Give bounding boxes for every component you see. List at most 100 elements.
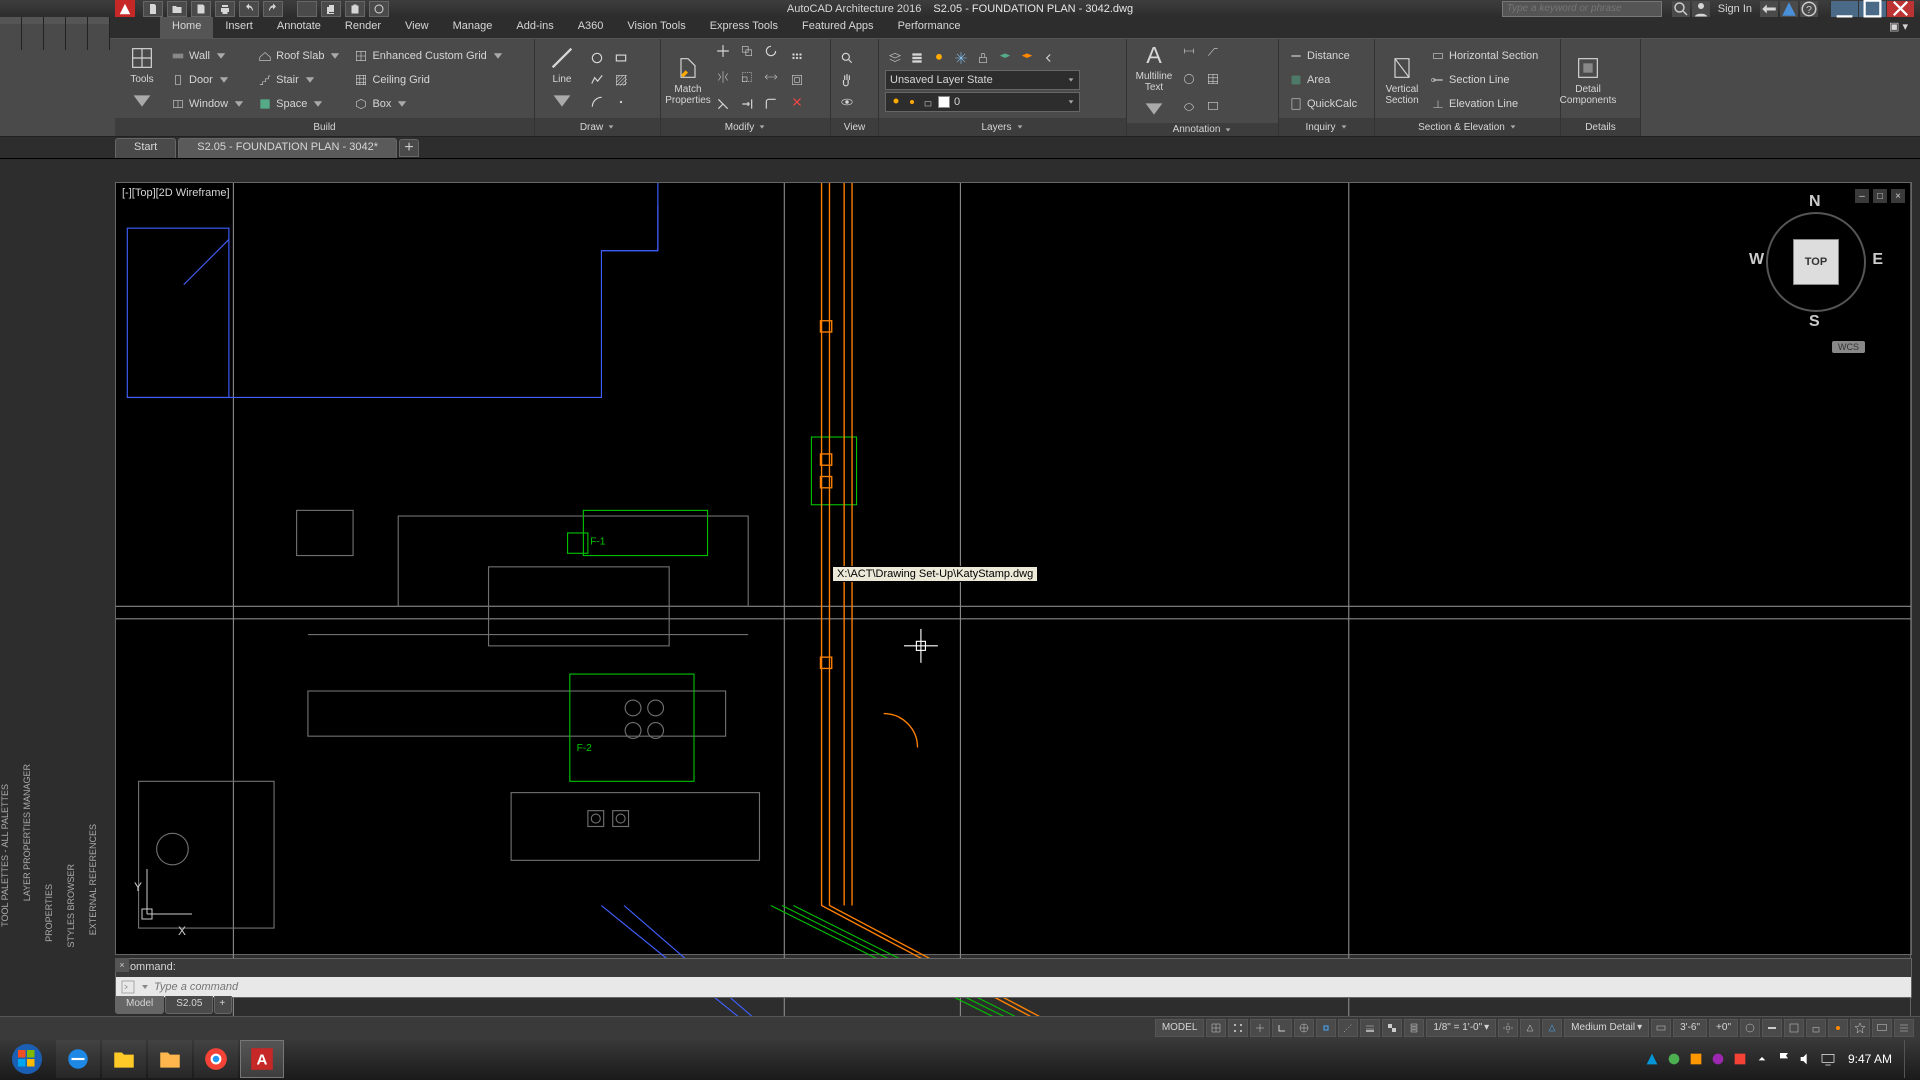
area-button[interactable]: Area bbox=[1285, 69, 1361, 91]
viewcube-face[interactable]: TOP bbox=[1793, 239, 1839, 285]
taskbar-explorer[interactable] bbox=[102, 1040, 146, 1078]
point-icon[interactable] bbox=[611, 92, 631, 112]
tray-icon[interactable] bbox=[1710, 1051, 1726, 1067]
move-icon[interactable] bbox=[713, 41, 733, 61]
layer-match-icon[interactable] bbox=[995, 48, 1015, 68]
vertical-section-button[interactable]: Vertical Section bbox=[1381, 41, 1423, 118]
trim-icon[interactable] bbox=[713, 94, 733, 114]
vp-close-icon[interactable]: × bbox=[1891, 189, 1905, 203]
horizontal-section-button[interactable]: Horizontal Section bbox=[1427, 45, 1542, 67]
layer-off-icon[interactable] bbox=[929, 48, 949, 68]
exchange-icon[interactable] bbox=[1760, 1, 1778, 17]
tray-icon[interactable] bbox=[1666, 1051, 1682, 1067]
cut-plane-icon[interactable] bbox=[1651, 1019, 1671, 1037]
grid-icon[interactable] bbox=[1206, 1019, 1226, 1037]
search-input[interactable] bbox=[1502, 1, 1662, 17]
open-icon[interactable] bbox=[167, 1, 187, 17]
palette-label-styles[interactable]: STYLES BROWSER bbox=[66, 860, 88, 952]
copy-icon[interactable] bbox=[737, 41, 757, 61]
lock-ui-icon[interactable] bbox=[1806, 1019, 1826, 1037]
app-menu-icon[interactable] bbox=[115, 0, 135, 17]
detail-components-button[interactable]: Detail Components bbox=[1567, 41, 1609, 118]
tab-addins[interactable]: Add-ins bbox=[504, 17, 565, 38]
dimension-icon[interactable] bbox=[1179, 41, 1199, 61]
add-tab-button[interactable]: + bbox=[399, 139, 419, 157]
layer-props-icon[interactable] bbox=[885, 48, 905, 68]
tab-insert[interactable]: Insert bbox=[213, 17, 265, 38]
units-icon[interactable] bbox=[1762, 1019, 1782, 1037]
flag-icon[interactable] bbox=[1776, 1051, 1792, 1067]
space-button[interactable]: Space bbox=[254, 93, 346, 115]
tab-a360[interactable]: A360 bbox=[566, 17, 616, 38]
polyline-icon[interactable] bbox=[587, 70, 607, 90]
customize-icon[interactable] bbox=[1894, 1019, 1914, 1037]
extend-icon[interactable] bbox=[737, 94, 757, 114]
rotate-icon[interactable] bbox=[761, 41, 781, 61]
wall-button[interactable]: Wall bbox=[167, 45, 250, 67]
layer-iso-icon[interactable] bbox=[1017, 48, 1037, 68]
copy-icon[interactable] bbox=[321, 1, 341, 17]
box-button[interactable]: Box bbox=[350, 93, 508, 115]
tab-start[interactable]: Start bbox=[115, 138, 176, 158]
clean-screen-icon[interactable] bbox=[1872, 1019, 1892, 1037]
pan-icon[interactable] bbox=[837, 70, 857, 90]
a360-icon[interactable] bbox=[1780, 1, 1798, 17]
start-button[interactable] bbox=[0, 1038, 54, 1080]
close-button[interactable] bbox=[1886, 1, 1914, 17]
window-button[interactable]: Window bbox=[167, 93, 250, 115]
minimize-button[interactable] bbox=[1830, 1, 1858, 17]
fillet-icon[interactable] bbox=[761, 94, 781, 114]
gear-icon[interactable] bbox=[1498, 1019, 1518, 1037]
compass-n[interactable]: N bbox=[1809, 193, 1821, 211]
workspace-switch-icon[interactable] bbox=[1740, 1019, 1760, 1037]
save-icon[interactable] bbox=[191, 1, 211, 17]
distance-button[interactable]: Distance bbox=[1285, 45, 1361, 67]
compass-s[interactable]: S bbox=[1809, 313, 1820, 331]
taskbar-clock[interactable]: 9:47 AM bbox=[1842, 1053, 1898, 1066]
transparency-icon[interactable] bbox=[1382, 1019, 1402, 1037]
scale-icon[interactable] bbox=[737, 67, 757, 87]
viewcube[interactable]: TOP N S E W bbox=[1751, 197, 1881, 327]
anno-visibility-icon[interactable] bbox=[1520, 1019, 1540, 1037]
osnap-icon[interactable] bbox=[1316, 1019, 1336, 1037]
chevron-down-icon[interactable] bbox=[140, 982, 150, 992]
tab-express-tools[interactable]: Express Tools bbox=[698, 17, 790, 38]
erase-icon[interactable] bbox=[787, 92, 807, 112]
keynote-icon[interactable] bbox=[1203, 97, 1223, 117]
enhanced-grid-button[interactable]: Enhanced Custom Grid bbox=[350, 45, 508, 67]
tab-featured-apps[interactable]: Featured Apps bbox=[790, 17, 886, 38]
match-properties-button[interactable]: Match Properties bbox=[667, 41, 709, 118]
tab-model[interactable]: Model bbox=[115, 996, 164, 1014]
roof-slab-button[interactable]: Roof Slab bbox=[254, 45, 346, 67]
palette-label-tool[interactable]: TOOL PALETTES - ALL PALETTES bbox=[0, 780, 22, 931]
taskbar-autocad[interactable]: A bbox=[240, 1040, 284, 1078]
redo-icon[interactable] bbox=[263, 1, 283, 17]
new-icon[interactable] bbox=[143, 1, 163, 17]
otrack-icon[interactable] bbox=[1338, 1019, 1358, 1037]
hardware-accel-icon[interactable] bbox=[1850, 1019, 1870, 1037]
lineweight-icon[interactable] bbox=[1360, 1019, 1380, 1037]
ceiling-grid-button[interactable]: Ceiling Grid bbox=[350, 69, 508, 91]
tab-view[interactable]: View bbox=[393, 17, 441, 38]
help-icon[interactable]: ? bbox=[1800, 1, 1818, 17]
door-button[interactable]: Door bbox=[167, 69, 250, 91]
taskbar-chrome[interactable] bbox=[194, 1040, 238, 1078]
revision-icon[interactable] bbox=[1179, 97, 1199, 117]
close-icon[interactable]: × bbox=[115, 958, 129, 972]
show-hidden-icons[interactable] bbox=[1754, 1051, 1770, 1067]
compass-w[interactable]: W bbox=[1749, 251, 1764, 269]
drawing-canvas[interactable]: F-1 F-2 [-][Top][2D Wireframe] – □ × TOP… bbox=[115, 182, 1912, 955]
elevation-value[interactable]: 3'-6" bbox=[1673, 1019, 1707, 1037]
taskbar-folder[interactable] bbox=[148, 1040, 192, 1078]
paste-icon[interactable] bbox=[345, 1, 365, 17]
palette-label-xrefs[interactable]: EXTERNAL REFERENCES bbox=[88, 820, 110, 939]
cut-height-value[interactable]: +0" bbox=[1709, 1019, 1738, 1037]
layer-state-dropdown[interactable]: Unsaved Layer State bbox=[885, 70, 1080, 90]
undo-icon[interactable] bbox=[239, 1, 259, 17]
layer-freeze-icon[interactable] bbox=[951, 48, 971, 68]
tab-home[interactable]: Home bbox=[160, 17, 213, 38]
tab-performance[interactable]: Performance bbox=[886, 17, 973, 38]
user-icon[interactable] bbox=[1692, 1, 1710, 17]
leader-icon[interactable] bbox=[1203, 41, 1223, 61]
search-icon[interactable] bbox=[1672, 1, 1690, 17]
